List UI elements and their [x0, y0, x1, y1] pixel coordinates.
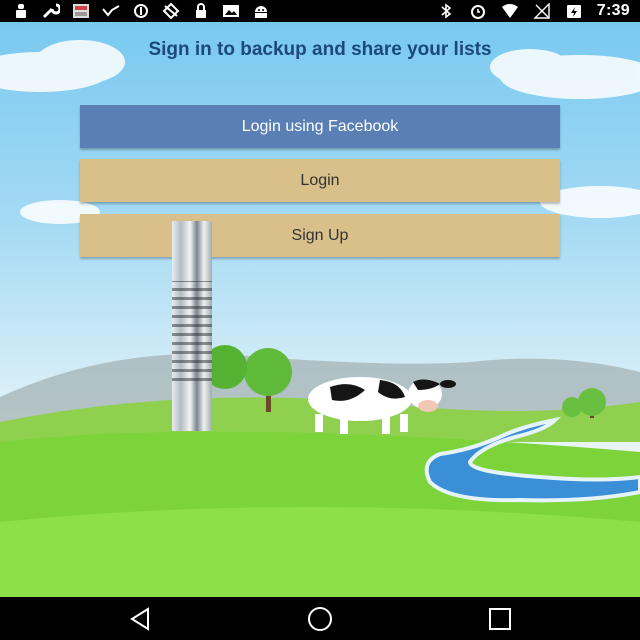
status-time: 7:39 — [596, 2, 630, 19]
navigation-bar — [0, 597, 640, 640]
login-label: Login — [300, 171, 340, 189]
wrench-icon — [42, 3, 60, 19]
login-facebook-button[interactable]: Login using Facebook — [80, 105, 560, 148]
alarm-icon — [470, 5, 485, 19]
sign-up-label: Sign Up — [291, 226, 349, 244]
bluetooth-icon — [441, 3, 452, 19]
recents-icon — [489, 608, 511, 630]
android-icon — [255, 6, 267, 18]
image-icon — [223, 5, 239, 17]
back-icon — [130, 607, 149, 631]
notification-icon — [16, 4, 26, 18]
home-button[interactable] — [300, 605, 340, 633]
app-thumbnail-icon — [73, 4, 89, 18]
sign-in-screen: Sign in to backup and share your lists L… — [0, 22, 640, 597]
wifi-icon — [501, 4, 518, 18]
page-title: Sign in to backup and share your lists — [148, 39, 492, 60]
status-icons-right: 7:39 — [437, 1, 630, 21]
signpost-shading — [172, 281, 212, 381]
no-signal-icon — [134, 4, 148, 18]
location-off-icon — [162, 3, 180, 19]
missed-call-icon — [102, 5, 120, 17]
signpost — [172, 221, 212, 431]
recents-button[interactable] — [480, 605, 520, 633]
status-icons-left — [12, 2, 270, 20]
home-icon — [308, 607, 332, 631]
lock-icon — [196, 3, 206, 18]
login-button[interactable]: Login — [80, 159, 560, 202]
status-bar: 7:39 — [0, 0, 640, 22]
battery-charging-icon — [566, 5, 581, 18]
cellular-off-icon — [533, 3, 550, 19]
sign-up-button[interactable]: Sign Up — [80, 214, 560, 257]
back-button[interactable] — [120, 605, 160, 633]
foreground-grass — [0, 507, 640, 597]
login-facebook-label: Login using Facebook — [241, 117, 399, 135]
